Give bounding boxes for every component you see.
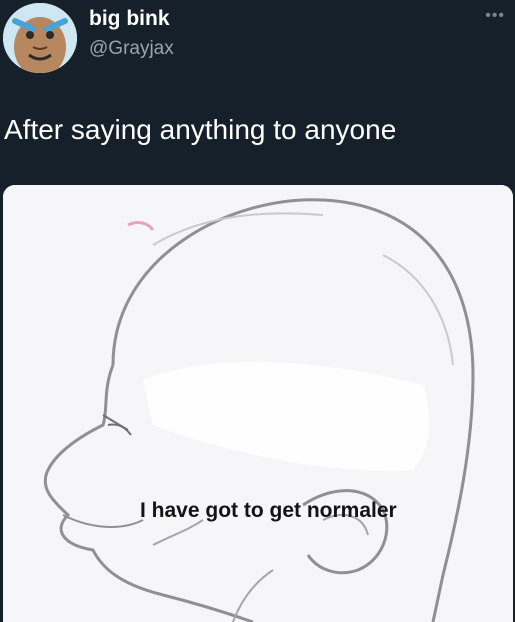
cartoon-face-avatar-icon (3, 3, 77, 73)
more-options-icon[interactable]: ••• (485, 8, 505, 24)
meme-caption: I have got to get normaler (140, 499, 397, 522)
head-outline-brain-meme-icon (3, 185, 513, 622)
tweet-card: big bink @Grayjax ••• After saying anyth… (0, 0, 515, 622)
tweet-media-image[interactable]: I have got to get normaler (3, 185, 513, 622)
display-name[interactable]: big bink (89, 6, 170, 32)
user-handle[interactable]: @Grayjax (89, 37, 174, 61)
tweet-text: After saying anything to anyone (4, 114, 397, 145)
user-avatar[interactable] (3, 3, 77, 73)
